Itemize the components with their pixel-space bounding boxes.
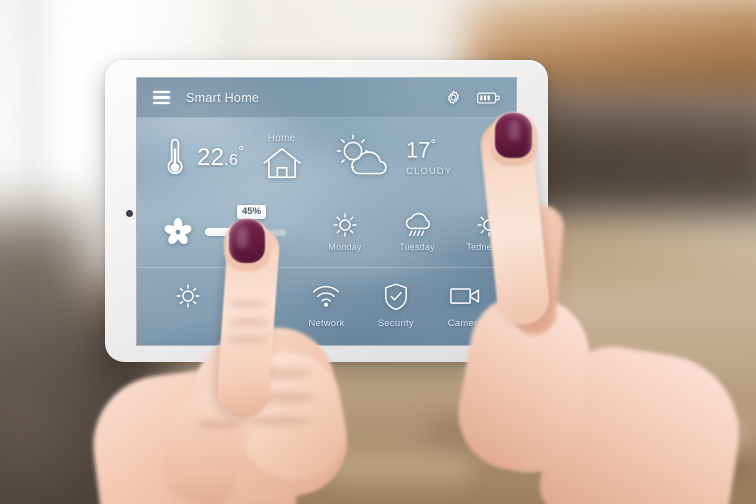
photo-scene: Smart Home 22.6° Home 17° CLOUDY 45% Mon… (0, 0, 756, 504)
user-hands (0, 0, 756, 504)
slider-value-tooltip: 45% (237, 204, 267, 219)
